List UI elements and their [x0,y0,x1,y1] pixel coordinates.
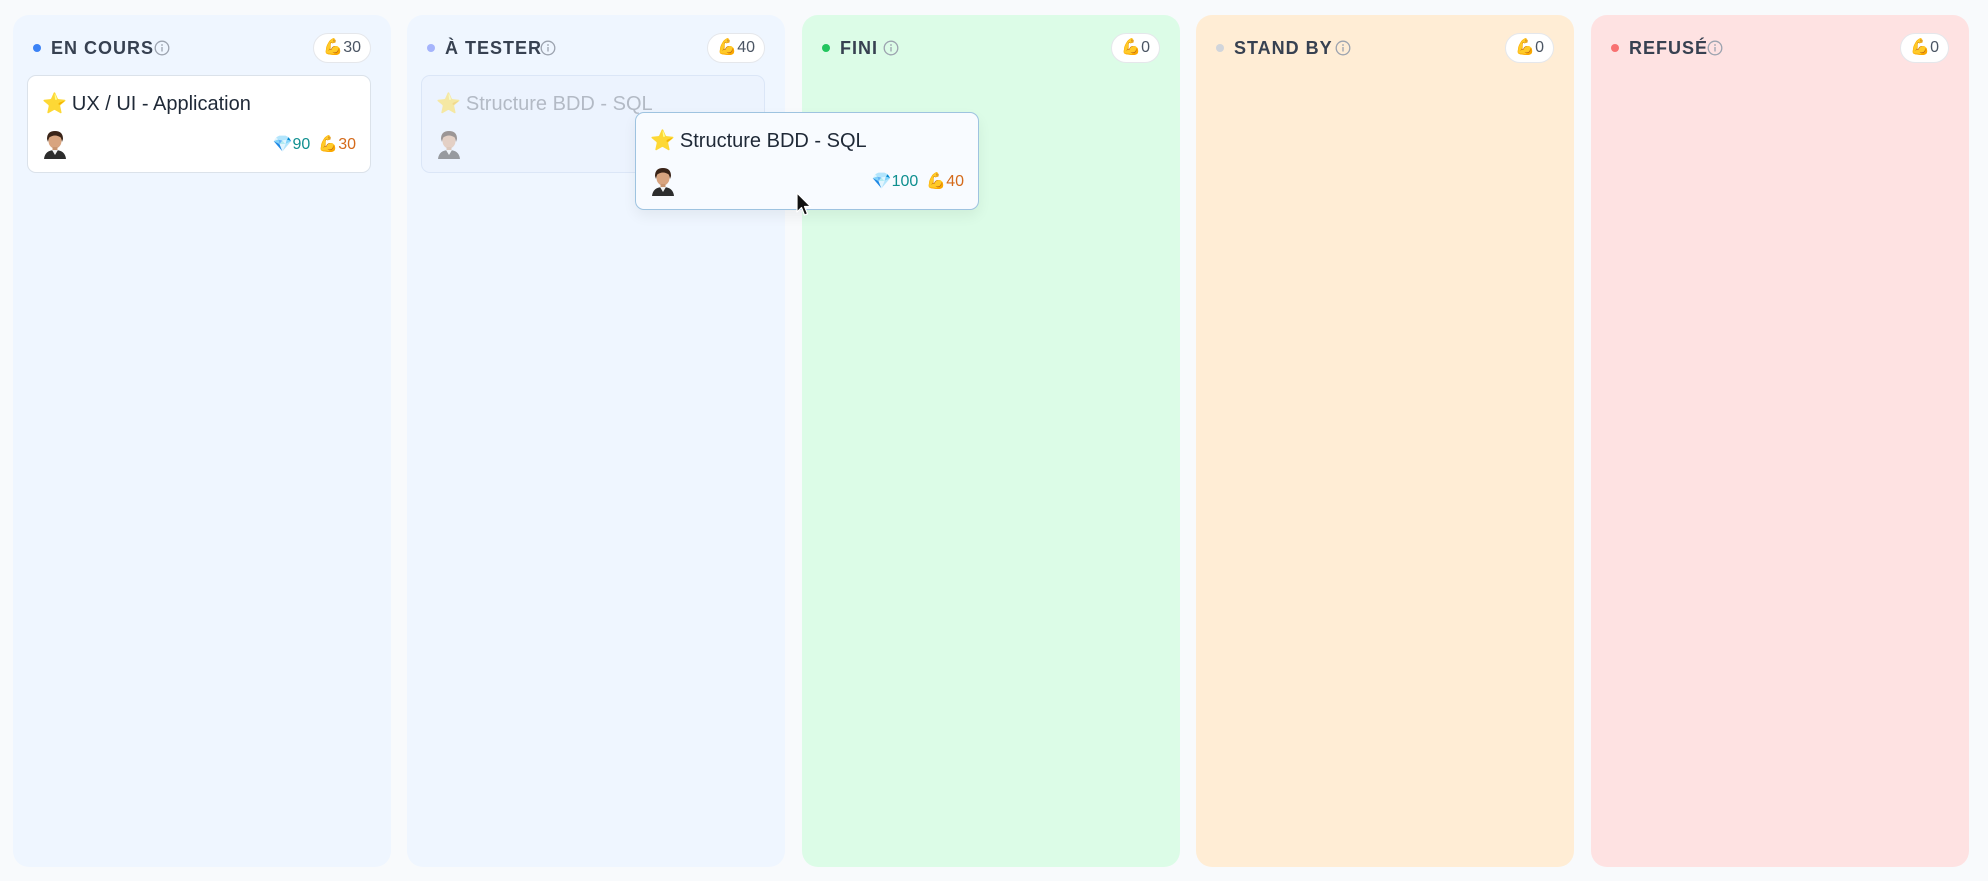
mouse-cursor-icon [796,192,812,216]
card-title: ⭐ Structure BDD - SQL [436,93,653,115]
gem-value: 90 [292,136,311,153]
status-dot [1611,44,1619,52]
info-icon[interactable] [154,40,170,56]
male-avatar [438,131,460,159]
info-icon[interactable] [540,40,556,56]
flexed-biceps-icon: 💪 [323,39,344,56]
star-icon: ⭐ [650,130,675,152]
star-icon: ⭐ [42,93,67,115]
column-title: STAND BY [1234,38,1333,58]
column-title: À TESTER [445,38,543,58]
column-title: FINI [840,38,878,58]
gem-icon: 💎 [272,136,293,153]
info-icon[interactable] [1707,40,1723,56]
effort-total-badge: 💪0 [1505,33,1554,63]
column-en-cours[interactable]: EN COURS 💪30 ⭐ UX / UI - Application 💎90 💪… [13,15,391,867]
gem-icon: 💎 [871,173,892,190]
column-title: REFUSÉ [1629,38,1709,58]
task-card[interactable]: ⭐ UX / UI - Application 💎90 💪30 [27,75,371,173]
card-title: ⭐ UX / UI - Application [42,93,251,115]
male-avatar [652,168,674,196]
column-header: EN COURS 💪30 [13,33,391,63]
column-title: EN COURS [51,38,155,58]
flexed-biceps-icon: 💪 [717,39,738,56]
status-dot [1216,44,1224,52]
column-stand-by[interactable]: STAND BY 💪0 [1196,15,1574,867]
flexed-biceps-icon: 💪 [318,136,339,153]
flexed-biceps-icon: 💪 [926,173,947,190]
info-icon[interactable] [883,40,899,56]
flexed-biceps-icon: 💪 [1910,39,1931,56]
effort-value: 💪40 [926,173,964,190]
status-dot [33,44,41,52]
status-dot [427,44,435,52]
effort-total-badge: 💪0 [1900,33,1949,63]
card-metrics: 💎100 💪40 [872,171,964,191]
flexed-biceps-icon: 💪 [1515,39,1536,56]
column-header: STAND BY 💪0 [1196,33,1574,63]
card-title: ⭐ Structure BDD - SQL [650,130,867,152]
effort-total-badge: 💪40 [707,33,765,63]
effort-total-badge: 💪0 [1111,33,1160,63]
column-header: FINI 💪0 [802,33,1180,63]
effort-value: 💪30 [318,136,356,153]
star-icon: ⭐ [436,93,461,115]
column-header: À TESTER 💪40 [407,33,785,63]
gem-value: 100 [891,173,919,190]
effort-total-badge: 💪30 [313,33,371,63]
flexed-biceps-icon: 💪 [1121,39,1142,56]
column-header: REFUSÉ 💪0 [1591,33,1969,63]
male-avatar [44,131,66,159]
status-dot [822,44,830,52]
kanban-board: EN COURS 💪30 ⭐ UX / UI - Application 💎90 💪… [0,0,1988,881]
column-refuse[interactable]: REFUSÉ 💪0 [1591,15,1969,867]
info-icon[interactable] [1335,40,1351,56]
card-metrics: 💎90 💪30 [273,134,356,154]
